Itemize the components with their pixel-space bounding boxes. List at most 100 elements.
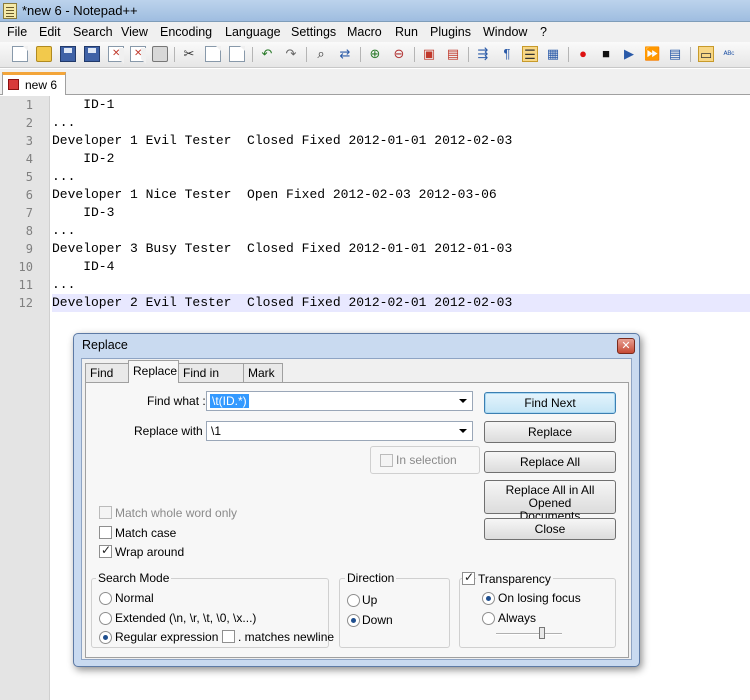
code-line[interactable]: ... — [52, 168, 750, 186]
menu-encoding[interactable]: Encoding — [160, 25, 212, 39]
replace-all-button[interactable]: Replace All — [484, 451, 616, 473]
play-macro-icon[interactable]: ▶ — [621, 46, 637, 62]
run-macro-multiple-icon[interactable]: ⏩ — [644, 46, 660, 62]
code-line[interactable]: ID-3 — [52, 204, 750, 222]
menu-run[interactable]: Run — [395, 25, 418, 39]
spell-check-icon[interactable]: ᴬᴮᶜ — [721, 46, 737, 62]
normal-label: Normal — [115, 591, 154, 605]
tab-label: new 6 — [25, 78, 58, 92]
sync-horizontal-icon[interactable]: ▤ — [445, 46, 461, 62]
open-file-icon[interactable] — [36, 46, 52, 62]
menu-window[interactable]: Window — [483, 25, 527, 39]
tab-find-in-files[interactable]: Find in Files — [178, 363, 244, 394]
line-number: 8 — [25, 224, 33, 238]
tab-find[interactable]: Find — [85, 363, 129, 382]
cut-icon[interactable]: ✂ — [181, 46, 197, 62]
code-line[interactable]: Developer 1 Nice Tester Open Fixed 2012-… — [52, 186, 750, 204]
zoom-in-icon[interactable]: ⊕ — [367, 46, 383, 62]
redo-icon[interactable]: ↷ — [283, 46, 299, 62]
code-line[interactable]: ... — [52, 222, 750, 240]
menu-view[interactable]: View — [121, 25, 148, 39]
monitoring-icon[interactable]: ▭ — [698, 46, 714, 62]
on-losing-focus-radio[interactable] — [482, 592, 495, 605]
record-macro-icon[interactable]: ● — [575, 46, 591, 62]
code-line[interactable]: ID-2 — [52, 150, 750, 168]
replace-icon[interactable]: ⇄ — [337, 46, 353, 62]
code-line[interactable]: Developer 1 Evil Tester Closed Fixed 201… — [52, 132, 750, 150]
transparency-slider-thumb[interactable] — [539, 627, 545, 639]
stop-record-icon[interactable]: ■ — [598, 46, 614, 62]
sync-vertical-icon[interactable]: ▣ — [421, 46, 437, 62]
line-number: 12 — [18, 296, 33, 310]
doc-map-icon[interactable]: ▦ — [545, 46, 561, 62]
close-button[interactable]: Close — [484, 518, 616, 540]
menu-plugins[interactable]: Plugins — [430, 25, 471, 39]
tab-replace[interactable]: Replace — [128, 360, 179, 383]
line-number: 6 — [25, 188, 33, 202]
save-all-icon[interactable] — [84, 46, 100, 62]
chevron-down-icon[interactable] — [459, 429, 467, 433]
normal-radio[interactable] — [99, 592, 112, 605]
menu-language[interactable]: Language — [225, 25, 281, 39]
menu-help[interactable]: ? — [540, 25, 547, 39]
menu-search[interactable]: Search — [73, 25, 113, 39]
replace-button[interactable]: Replace — [484, 421, 616, 443]
notepad-app-icon[interactable] — [3, 3, 17, 19]
wrap-around-checkbox[interactable] — [99, 543, 112, 558]
new-file-icon[interactable] — [12, 46, 28, 62]
code-line[interactable]: ID-4 — [52, 258, 750, 276]
code-line[interactable]: Developer 3 Busy Tester Closed Fixed 201… — [52, 240, 750, 258]
undo-icon[interactable]: ↶ — [259, 46, 275, 62]
tab-mark[interactable]: Mark — [243, 363, 283, 382]
line-number: 9 — [25, 242, 33, 256]
menu-settings[interactable]: Settings — [291, 25, 336, 39]
match-case-checkbox[interactable] — [99, 526, 112, 539]
paste-icon[interactable] — [229, 46, 245, 62]
current-code-line[interactable]: Developer 2 Evil Tester Closed Fixed 201… — [52, 294, 750, 312]
find-next-button[interactable]: Find Next — [484, 392, 616, 414]
transparency-checkbox[interactable] — [462, 570, 475, 585]
menu-edit[interactable]: Edit — [39, 25, 61, 39]
find-what-value: \t(ID.*) — [210, 394, 249, 408]
close-icon[interactable] — [108, 46, 124, 64]
tab-new-6[interactable]: new 6 — [2, 72, 66, 95]
transparency-slider-track[interactable] — [496, 633, 562, 635]
in-selection-checkbox[interactable] — [380, 454, 393, 467]
up-radio[interactable] — [347, 594, 360, 607]
direction-title: Direction — [345, 571, 397, 585]
extended-radio[interactable] — [99, 612, 112, 625]
toolbar-separator — [252, 47, 253, 62]
dialog-close-button[interactable]: ✕ — [617, 338, 635, 354]
menu-bar: File Edit Search View Encoding Language … — [0, 22, 750, 42]
menu-file[interactable]: File — [7, 25, 27, 39]
up-label: Up — [362, 593, 378, 607]
code-line[interactable]: ... — [52, 114, 750, 132]
menu-macro[interactable]: Macro — [347, 25, 382, 39]
always-radio[interactable] — [482, 612, 495, 625]
save-macro-icon[interactable]: ▤ — [667, 46, 683, 62]
indent-guide-icon[interactable]: ☰ — [522, 46, 538, 62]
window-title: *new 6 - Notepad++ — [22, 3, 138, 18]
down-radio[interactable] — [347, 614, 360, 627]
show-all-chars-icon[interactable]: ¶ — [499, 46, 515, 62]
close-all-icon[interactable] — [130, 46, 146, 64]
wrap-around-label: Wrap around — [115, 545, 185, 559]
match-whole-word-checkbox[interactable] — [99, 506, 112, 519]
regular-expression-label: Regular expression — [115, 630, 219, 644]
chevron-down-icon[interactable] — [459, 399, 467, 403]
find-icon[interactable]: ⌕ — [313, 46, 329, 62]
copy-icon[interactable] — [205, 46, 221, 62]
word-wrap-icon[interactable]: ⇶ — [475, 46, 491, 62]
code-line[interactable]: ... — [52, 276, 750, 294]
toolbar-separator — [468, 47, 469, 62]
transparency-group — [459, 578, 616, 648]
matches-newline-checkbox[interactable] — [222, 630, 235, 643]
replace-with-combobox[interactable]: \1 — [206, 421, 473, 441]
zoom-out-icon[interactable]: ⊖ — [391, 46, 407, 62]
regular-expression-radio[interactable] — [99, 631, 112, 644]
replace-all-opened-button[interactable]: Replace All in All Opened Documents — [484, 480, 616, 523]
print-icon[interactable] — [152, 46, 168, 62]
save-icon[interactable] — [60, 46, 76, 62]
code-line[interactable]: ID-1 — [52, 96, 750, 114]
find-what-combobox[interactable]: \t(ID.*) — [206, 391, 473, 411]
